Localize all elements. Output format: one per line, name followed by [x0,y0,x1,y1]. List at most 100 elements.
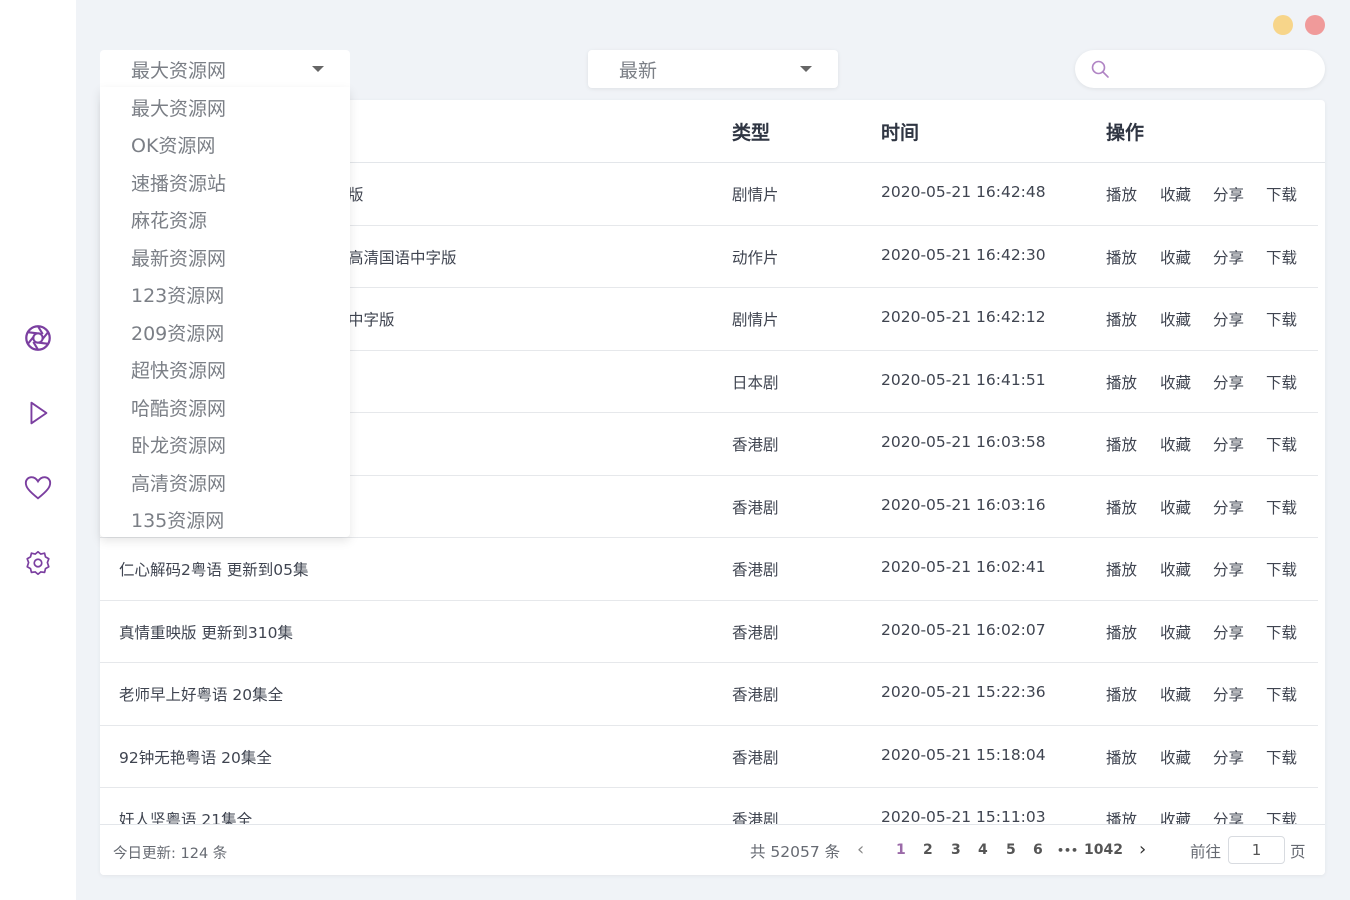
row-type: 香港剧 [732,686,779,704]
favorite-link[interactable]: 收藏 [1160,746,1191,768]
dropdown-option[interactable]: 209资源网 [131,319,224,346]
play-link[interactable]: 播放 [1106,183,1137,205]
favorite-link[interactable]: 收藏 [1160,433,1191,455]
share-link[interactable]: 分享 [1213,371,1244,393]
page-5[interactable]: 5 [1006,842,1016,858]
download-link[interactable]: 下载 [1266,371,1297,393]
play-link[interactable]: 播放 [1106,621,1137,643]
dropdown-option[interactable]: 123资源网 [131,281,224,308]
sidebar [0,0,76,900]
download-link[interactable]: 下载 [1266,308,1297,330]
table-row[interactable]: 奸人坚粤语 21集全 香港剧 2020-05-21 15:11:03 播放 收藏… [100,788,1318,824]
close-button[interactable] [1305,15,1325,35]
dropdown-option[interactable]: OK资源网 [131,131,215,158]
chevron-down-icon [800,66,812,72]
page-2[interactable]: 2 [923,842,933,858]
share-link[interactable]: 分享 [1213,558,1244,580]
play-link[interactable]: 播放 [1106,496,1137,518]
share-link[interactable]: 分享 [1213,183,1244,205]
row-title[interactable]: 奸人坚粤语 21集全 [119,808,252,824]
share-link[interactable]: 分享 [1213,496,1244,518]
share-link[interactable]: 分享 [1213,621,1244,643]
favorite-link[interactable]: 收藏 [1160,621,1191,643]
dropdown-option[interactable]: 哈酷资源网 [131,394,226,421]
play-link[interactable]: 播放 [1106,808,1137,824]
share-link[interactable]: 分享 [1213,308,1244,330]
row-title[interactable]: 老师早上好粤语 20集全 [119,683,283,705]
dropdown-option[interactable]: 超快资源网 [131,356,226,383]
dropdown-option[interactable]: 最新资源网 [131,244,226,271]
download-link[interactable]: 下载 [1266,183,1297,205]
dropdown-option[interactable]: 速播资源站 [131,169,226,196]
dropdown-option[interactable]: 最大资源网 [131,94,226,121]
share-link[interactable]: 分享 [1213,683,1244,705]
row-title[interactable]: 高清国语中字版 [348,246,457,268]
row-title[interactable]: 92钟无艳粤语 20集全 [119,746,272,768]
play-link[interactable]: 播放 [1106,246,1137,268]
dropdown-option[interactable]: 麻花资源 [131,206,207,233]
page-6[interactable]: 6 [1033,842,1043,858]
download-link[interactable]: 下载 [1266,558,1297,580]
download-link[interactable]: 下载 [1266,433,1297,455]
sidebar-item-aperture[interactable] [22,322,54,354]
download-link[interactable]: 下载 [1266,496,1297,518]
favorite-link[interactable]: 收藏 [1160,496,1191,518]
source-select[interactable]: 最大资源网 [100,50,350,88]
row-time: 2020-05-21 15:22:36 [881,683,1046,701]
minimize-button[interactable] [1273,15,1293,35]
row-time: 2020-05-21 16:41:51 [881,370,1046,389]
favorite-link[interactable]: 收藏 [1160,183,1191,205]
source-select-value: 最大资源网 [131,59,227,82]
table-row[interactable]: 92钟无艳粤语 20集全 香港剧 2020-05-21 15:18:04 播放 … [100,726,1318,788]
play-link[interactable]: 播放 [1106,371,1137,393]
play-link[interactable]: 播放 [1106,558,1137,580]
download-link[interactable]: 下载 [1266,683,1297,705]
dropdown-option[interactable]: 高清资源网 [131,469,226,496]
next-page-button[interactable]: › [1139,839,1146,860]
table-row[interactable]: 老师早上好粤语 20集全 香港剧 2020-05-21 15:22:36 播放 … [100,663,1318,726]
page-ellipsis[interactable]: ••• [1057,844,1078,857]
dropdown-option[interactable]: 卧龙资源网 [131,431,226,458]
page-1[interactable]: 1 [896,842,906,858]
row-time: 2020-05-21 16:03:16 [881,495,1046,514]
page-3[interactable]: 3 [951,842,961,858]
share-link[interactable]: 分享 [1213,746,1244,768]
row-title[interactable]: 版 [348,183,364,205]
search-input[interactable] [1118,54,1308,84]
goto-page-input[interactable] [1228,836,1285,864]
row-time: 2020-05-21 16:03:58 [881,433,1046,451]
prev-page-button[interactable]: ‹ [857,839,864,860]
play-link[interactable]: 播放 [1106,308,1137,330]
favorite-link[interactable]: 收藏 [1160,558,1191,580]
download-link[interactable]: 下载 [1266,808,1297,824]
table-row[interactable]: 真情重映版 更新到310集 香港剧 2020-05-21 16:02:07 播放… [100,601,1318,663]
table-row[interactable]: 仁心解码2粤语 更新到05集 香港剧 2020-05-21 16:02:41 播… [100,538,1318,601]
play-link[interactable]: 播放 [1106,683,1137,705]
favorite-link[interactable]: 收藏 [1160,808,1191,824]
play-link[interactable]: 播放 [1106,433,1137,455]
favorite-link[interactable]: 收藏 [1160,308,1191,330]
row-title[interactable]: 仁心解码2粤语 更新到05集 [119,558,309,580]
row-time: 2020-05-21 16:42:48 [881,183,1046,201]
download-link[interactable]: 下载 [1266,621,1297,643]
row-title[interactable]: 真情重映版 更新到310集 [119,621,293,643]
row-title[interactable]: 中字版 [348,308,395,330]
favorite-link[interactable]: 收藏 [1160,371,1191,393]
page-last[interactable]: 1042 [1084,842,1123,858]
play-link[interactable]: 播放 [1106,746,1137,768]
share-link[interactable]: 分享 [1213,246,1244,268]
sidebar-item-play[interactable] [22,397,54,429]
page-4[interactable]: 4 [978,842,988,858]
sort-select[interactable]: 最新 [588,50,838,88]
download-link[interactable]: 下载 [1266,746,1297,768]
heart-icon [24,476,52,500]
favorite-link[interactable]: 收藏 [1160,683,1191,705]
dropdown-option[interactable]: 135资源网 [131,506,224,533]
sidebar-item-settings[interactable] [22,547,54,579]
share-link[interactable]: 分享 [1213,433,1244,455]
sidebar-item-favorites[interactable] [22,472,54,504]
share-link[interactable]: 分享 [1213,808,1244,824]
goto-suffix: 页 [1290,843,1306,861]
download-link[interactable]: 下载 [1266,246,1297,268]
favorite-link[interactable]: 收藏 [1160,246,1191,268]
